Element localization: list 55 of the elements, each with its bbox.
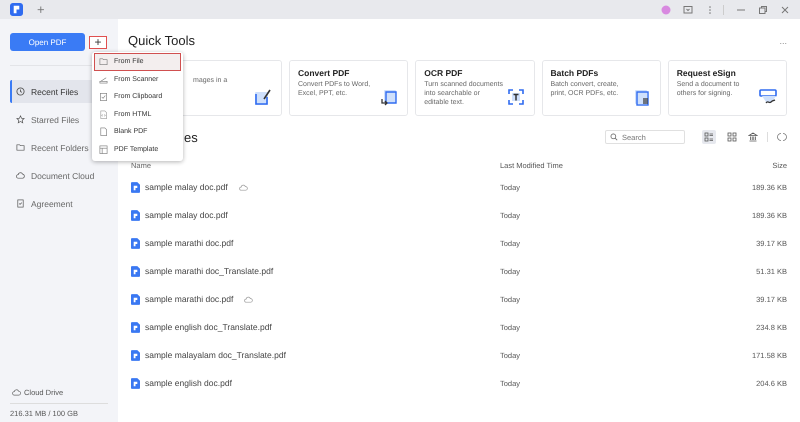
cloud-icon	[12, 389, 21, 396]
more-button[interactable]: ...	[779, 36, 787, 46]
file-name[interactable]: sample marathi doc.pdf	[145, 238, 234, 248]
file-name[interactable]: sample malay doc.pdf	[145, 182, 228, 192]
card-title: Batch PDFs	[550, 68, 600, 78]
file-name[interactable]: sample marathi doc_Translate.pdf	[145, 266, 274, 276]
card-title: OCR PDF	[424, 68, 464, 78]
pdf-file-icon	[131, 210, 140, 220]
pdf-file-icon	[131, 294, 140, 304]
search-icon	[610, 133, 618, 141]
convert-icon	[379, 87, 400, 107]
cloud-icon	[16, 171, 25, 180]
pdf-file-icon	[131, 266, 140, 276]
restore-icon[interactable]	[758, 4, 768, 14]
section-title: es	[184, 130, 198, 144]
edit-icon	[253, 87, 273, 107]
building-icon[interactable]	[748, 132, 758, 142]
page-icon	[99, 127, 108, 136]
create-button[interactable]: +	[89, 36, 107, 48]
section-title: Quick Tools	[128, 33, 195, 48]
pdf-file-icon	[131, 238, 140, 248]
clipboard-icon	[99, 92, 108, 102]
document-icon	[16, 199, 25, 208]
list-view-icon[interactable]	[702, 130, 716, 144]
open-pdf-button[interactable]: Open PDF	[10, 33, 85, 51]
new-tab-button[interactable]: +	[31, 3, 51, 16]
folder-icon	[99, 57, 108, 66]
folder-icon	[16, 143, 25, 152]
sidebar-item[interactable]: Recent Folders	[10, 136, 108, 159]
card-title: Convert PDF	[298, 68, 350, 78]
chat-icon[interactable]	[683, 4, 693, 14]
app-logo-icon[interactable]	[10, 3, 23, 16]
close-icon[interactable]	[780, 4, 790, 14]
pdf-file-icon	[131, 322, 140, 332]
sidebar-item[interactable]: Document Cloud	[10, 164, 108, 187]
pdf-file-icon	[131, 182, 140, 192]
pdf-file-icon	[131, 378, 140, 388]
pdf-file-icon	[131, 350, 140, 360]
file-name[interactable]: sample english doc.pdf	[145, 378, 232, 388]
ocr-icon	[506, 87, 526, 107]
avatar-icon[interactable]	[661, 4, 671, 14]
template-icon	[99, 144, 108, 154]
sidebar-item[interactable]: Starred Files	[10, 108, 108, 131]
clock-icon	[16, 87, 25, 96]
file-name[interactable]: sample malayalam doc_Translate.pdf	[145, 350, 286, 360]
star-icon	[16, 115, 25, 124]
file-name[interactable]: sample malay doc.pdf	[145, 210, 228, 220]
scanner-icon	[99, 74, 108, 84]
grid-view-icon[interactable]	[725, 130, 739, 144]
card-title: Request eSign	[676, 68, 737, 78]
refresh-icon[interactable]	[777, 132, 787, 142]
sidebar-item[interactable]: Agreement	[10, 192, 108, 215]
code-page-icon	[99, 110, 108, 119]
file-name[interactable]: sample marathi doc.pdf	[145, 294, 234, 304]
file-name[interactable]: sample english doc_Translate.pdf	[145, 322, 272, 332]
